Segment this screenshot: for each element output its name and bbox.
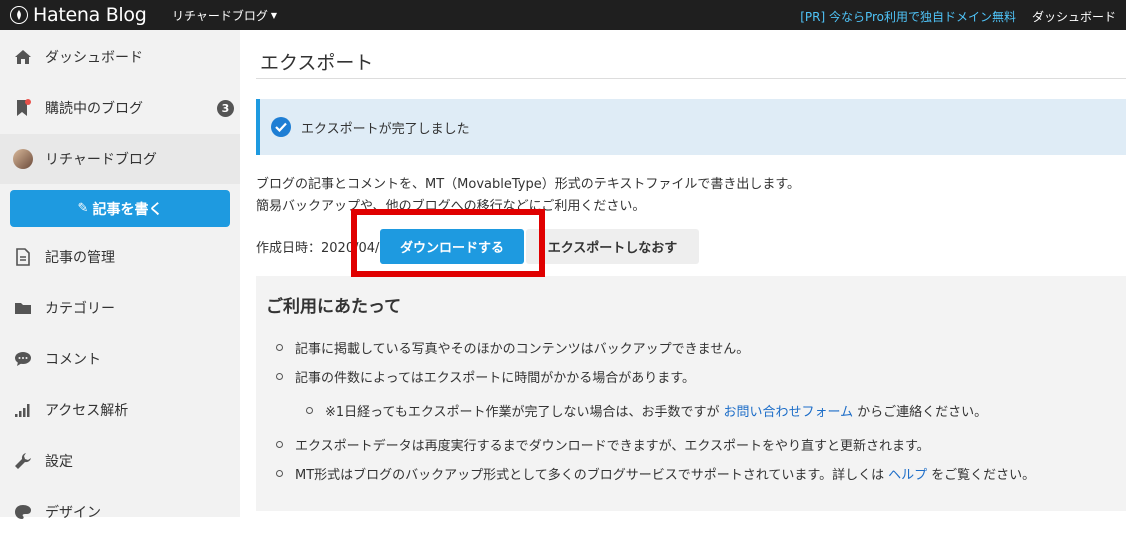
bullet-icon	[306, 407, 313, 414]
list-item: 記事に掲載している写真やそのほかのコンテンツはバックアップできません。	[276, 338, 749, 357]
sidebar-item-label: デザイン	[45, 505, 101, 521]
check-circle-icon	[271, 117, 291, 137]
sidebar-item-label: カテゴリー	[45, 301, 115, 317]
bullet-icon	[276, 373, 283, 380]
success-message: エクスポートが完了しました	[301, 121, 470, 137]
hatena-blog-logo[interactable]: Hatena Blog	[10, 4, 147, 26]
sidebar-item-blog[interactable]: リチャードブログ	[0, 134, 240, 184]
chart-bars-icon	[14, 401, 32, 419]
sidebar-item-label: 購読中のブログ	[45, 101, 143, 117]
write-article-button[interactable]: ✎ 記事を書く	[10, 190, 230, 227]
write-article-label: 記事を書く	[92, 201, 163, 218]
sidebar-item-design[interactable]: デザイン	[0, 487, 240, 537]
note-text: 記事に掲載している写真やそのほかのコンテンツはバックアップできません。	[295, 342, 750, 357]
folder-icon	[14, 299, 32, 317]
bullet-icon	[276, 441, 283, 448]
sidebar-item-label: アクセス解析	[45, 403, 129, 419]
edit-icon: ✎	[77, 201, 89, 216]
blog-selector[interactable]: リチャードブログ ▼	[172, 7, 277, 24]
home-icon	[14, 48, 32, 66]
avatar	[13, 149, 33, 169]
sidebar-item-dashboard[interactable]: ダッシュボード	[0, 32, 240, 82]
note-text: 記事の件数によってはエクスポートに時間がかかる場合があります。	[295, 371, 696, 386]
top-bar: Hatena Blog リチャードブログ ▼ [PR] 今ならPro利用で独自ド…	[0, 0, 1126, 30]
note-text: からご連絡ください。	[857, 405, 988, 420]
document-icon	[14, 248, 32, 266]
note-text: エクスポートデータは再度実行するまでダウンロードできますが、エクスポートをやり直…	[295, 439, 930, 454]
sidebar-item-label: 設定	[45, 454, 73, 470]
hatena-logo-icon	[10, 6, 28, 24]
list-item: 記事の件数によってはエクスポートに時間がかかる場合があります。	[276, 367, 695, 386]
sidebar-item-articles[interactable]: 記事の管理	[0, 232, 240, 282]
wrench-icon	[14, 452, 32, 470]
sidebar-item-subscriptions[interactable]: 購読中のブログ 3	[0, 83, 240, 133]
bullet-icon	[276, 470, 283, 477]
dashboard-link[interactable]: ダッシュボード	[1032, 8, 1116, 25]
success-alert: エクスポートが完了しました	[256, 99, 1126, 155]
bullet-icon	[276, 344, 283, 351]
page-title: エクスポート	[260, 52, 374, 74]
caret-down-icon: ▼	[270, 11, 278, 20]
sidebar-item-settings[interactable]: 設定	[0, 436, 240, 486]
re-export-button[interactable]: エクスポートしなおす	[526, 229, 699, 264]
sidebar-item-categories[interactable]: カテゴリー	[0, 283, 240, 333]
usage-notes-title: ご利用にあたって	[266, 297, 402, 317]
contact-form-link[interactable]: お問い合わせフォーム	[723, 401, 853, 420]
export-description: ブログの記事とコメントを、MT（MovableType）形式のテキストファイルで…	[256, 177, 801, 192]
sidebar-item-analytics[interactable]: アクセス解析	[0, 385, 240, 435]
sidebar: ダッシュボード 購読中のブログ 3 リチャードブログ ✎ 記事を書く 記事の管理…	[0, 30, 240, 521]
list-item: ※1日経ってもエクスポート作業が完了しない場合は、お手数ですが お問い合わせフォ…	[306, 401, 987, 420]
help-link[interactable]: ヘルプ	[888, 464, 927, 483]
note-text: MT形式はブログのバックアップ形式として多くのブログサービスでサポートされていま…	[295, 468, 885, 483]
sidebar-item-comments[interactable]: コメント	[0, 334, 240, 384]
list-item: エクスポートデータは再度実行するまでダウンロードできますが、エクスポートをやり直…	[276, 435, 930, 454]
sidebar-item-label: コメント	[45, 352, 101, 368]
logo-text: Hatena Blog	[33, 4, 147, 26]
sidebar-item-label: リチャードブログ	[45, 152, 157, 168]
sidebar-item-label: 記事の管理	[45, 250, 115, 266]
sidebar-item-label: ダッシュボード	[45, 50, 143, 66]
highlight-box	[351, 209, 545, 277]
title-divider	[256, 78, 1126, 79]
note-text: をご覧ください。	[931, 468, 1036, 483]
note-text: ※1日経ってもエクスポート作業が完了しない場合は、お手数ですが	[325, 405, 720, 420]
comment-icon	[14, 350, 32, 368]
usage-notes-panel: ご利用にあたって 記事に掲載している写真やそのほかのコンテンツはバックアップでき…	[256, 276, 1126, 511]
blog-name: リチャードブログ	[172, 9, 268, 23]
palette-icon	[14, 503, 32, 521]
promo-link[interactable]: [PR] 今ならPro利用で独自ドメイン無料	[800, 8, 1016, 25]
unread-count-badge: 3	[217, 100, 234, 117]
main-content: エクスポート エクスポートが完了しました ブログの記事とコメントを、MT（Mov…	[240, 30, 1126, 517]
bookmark-icon	[14, 99, 32, 117]
list-item: MT形式はブログのバックアップ形式として多くのブログサービスでサポートされていま…	[276, 464, 1035, 483]
